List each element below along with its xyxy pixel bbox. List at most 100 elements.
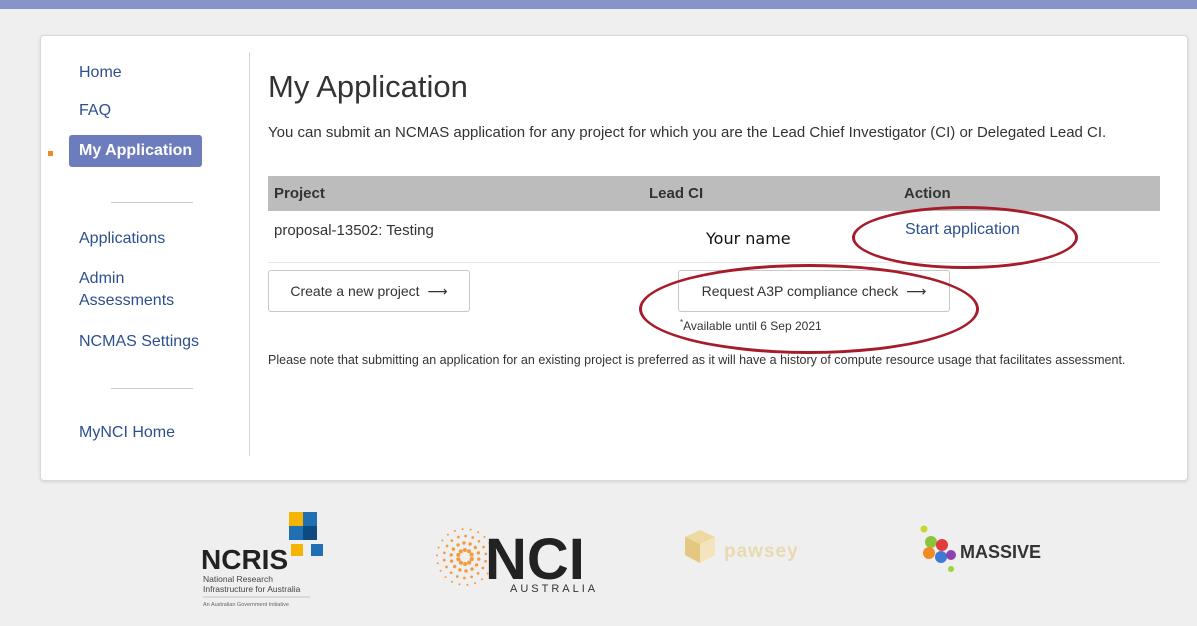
sidebar-item-home[interactable]: Home (79, 62, 122, 84)
nci-logo-dot (463, 576, 466, 580)
arrow-right-icon: ⟶ (427, 282, 448, 299)
nci-logo-dot (458, 549, 463, 554)
sidebar-item-faq[interactable]: FAQ (79, 100, 111, 122)
nci-logo-dot (449, 559, 454, 563)
nci-logo-dot (474, 563, 479, 567)
nci-logo-dot (449, 571, 453, 575)
sidebar-item-applications[interactable]: Applications (79, 228, 165, 250)
table-header: Project Lead CI Action (268, 176, 1160, 211)
sidebar-item-admin-assessments[interactable]: Admin Assessments (79, 268, 199, 312)
nci-logo-dot (477, 539, 481, 543)
nci-logo-dot (469, 528, 472, 531)
row-divider (268, 262, 1160, 263)
request-a3p-button[interactable]: Request A3P compliance check ⟶ (678, 270, 950, 312)
sidebar-item-my-application[interactable]: My Application (69, 135, 203, 167)
column-header-lead-ci: Lead CI (649, 185, 704, 202)
nci-logo-dot (451, 547, 456, 551)
nci-logo-dot (469, 552, 474, 557)
sidebar-divider (111, 202, 193, 203)
nci-logo-dot (481, 566, 485, 570)
nci-logo-dot (474, 582, 477, 585)
nci-logo-dot (476, 572, 480, 575)
massive-logo: MASSIVE (920, 525, 1041, 572)
ncris-line2: Infrastructure for Australia (203, 584, 301, 594)
nci-logo-dot (458, 568, 462, 572)
nci-logo-dot (441, 539, 444, 542)
nci-logo-dot (437, 546, 440, 549)
nci-logo-dot (469, 557, 474, 562)
nci-logo-dot (450, 539, 454, 542)
intro-text: You can submit an NCMAS application for … (268, 124, 1107, 141)
column-header-action: Action (904, 185, 951, 202)
nci-logo-dot (455, 575, 459, 578)
sidebar-divider (111, 388, 193, 389)
pawsey-logo: pawsey (685, 530, 799, 563)
ncris-name: NCRIS (201, 544, 288, 575)
nci-logo-dot (456, 557, 461, 562)
nci-logo-dot (457, 535, 460, 539)
nci-logo-dot (443, 551, 446, 555)
nci-logo-dot (453, 564, 457, 569)
active-indicator (48, 151, 53, 156)
arrow-right-icon: ⟶ (906, 282, 927, 299)
partner-logos: NCRIS National Research Infrastructure f… (0, 500, 1197, 621)
availability-note: *Available until 6 Sep 2021 (680, 318, 822, 333)
nci-logo-dot (470, 575, 473, 579)
lead-ci-cell: Your name (706, 229, 791, 248)
content-panel: Home FAQ My Application Applications Adm… (40, 35, 1188, 481)
nci-logo-dot (462, 547, 467, 553)
nci-logo-dot (439, 569, 442, 572)
top-accent-bar (0, 0, 1197, 9)
nci-logo-dot (470, 567, 474, 571)
nci-logo-dot (456, 543, 460, 547)
nci-logo-dot (471, 536, 475, 539)
nci-logo-dot (468, 542, 472, 546)
nci-logo-dot (466, 583, 469, 586)
nci-logo-dot (462, 541, 466, 545)
create-project-button[interactable]: Create a new project ⟶ (268, 270, 470, 312)
availability-text: Available until 6 Sep 2021 (683, 319, 822, 333)
ncris-logo: NCRIS National Research Infrastructure f… (201, 512, 323, 608)
nci-logo-dot (449, 553, 453, 557)
nci-logo-dot (456, 552, 461, 557)
start-application-link[interactable]: Start application (905, 221, 1020, 239)
nci-logo-dot (473, 545, 477, 550)
nci-logo-dot (466, 549, 472, 554)
sidebar-item-ncmas-settings[interactable]: NCMAS Settings (79, 331, 199, 353)
project-cell: proposal-13502: Testing (274, 222, 434, 239)
nci-logo-dot (450, 580, 453, 583)
partner-logos-graphic: NCRIS National Research Infrastructure f… (201, 512, 1041, 608)
nci-logo-dot (467, 560, 472, 565)
nci-logo-dot (453, 529, 456, 532)
nci-logo-dot (461, 528, 464, 531)
nci-logo-dot (445, 565, 448, 569)
massive-name: MASSIVE (960, 542, 1041, 562)
nci-logo-dot (445, 544, 449, 548)
nci-logo-dot (464, 569, 468, 573)
page-title: My Application (268, 69, 468, 104)
nci-logo-dot (458, 583, 461, 586)
nci-logo-dot (436, 562, 439, 565)
nci-logo-dot (458, 560, 464, 565)
nci-logo-dot (446, 533, 449, 536)
sidebar-item-mynci-home[interactable]: MyNCI Home (79, 422, 175, 444)
nci-logo-dot (444, 576, 447, 579)
nci-logo-dot (463, 561, 468, 567)
nci-logo-dot (481, 578, 484, 581)
pawsey-name: pawsey (724, 541, 799, 562)
nci-logo-dot (477, 557, 481, 561)
ncris-line1: National Research (203, 574, 273, 584)
nci-logo-dot (476, 551, 481, 555)
request-a3p-label: Request A3P compliance check (701, 283, 899, 299)
sidebar-divider-vertical (249, 52, 250, 456)
sidebar-nav: Home FAQ My Application Applications Adm… (41, 36, 249, 480)
nci-logo-dot (442, 558, 446, 562)
nci-logo-dot (464, 534, 467, 538)
create-project-label: Create a new project (290, 283, 420, 299)
ncris-line3: An Australian Government Initiative (203, 602, 289, 608)
nci-sub: AUSTRALIA (510, 583, 598, 595)
column-header-project: Project (274, 185, 325, 202)
nci-logo-dot (477, 531, 480, 534)
existing-project-note: Please note that submitting an applicati… (268, 353, 1126, 367)
nci-logo-dot (436, 554, 438, 557)
